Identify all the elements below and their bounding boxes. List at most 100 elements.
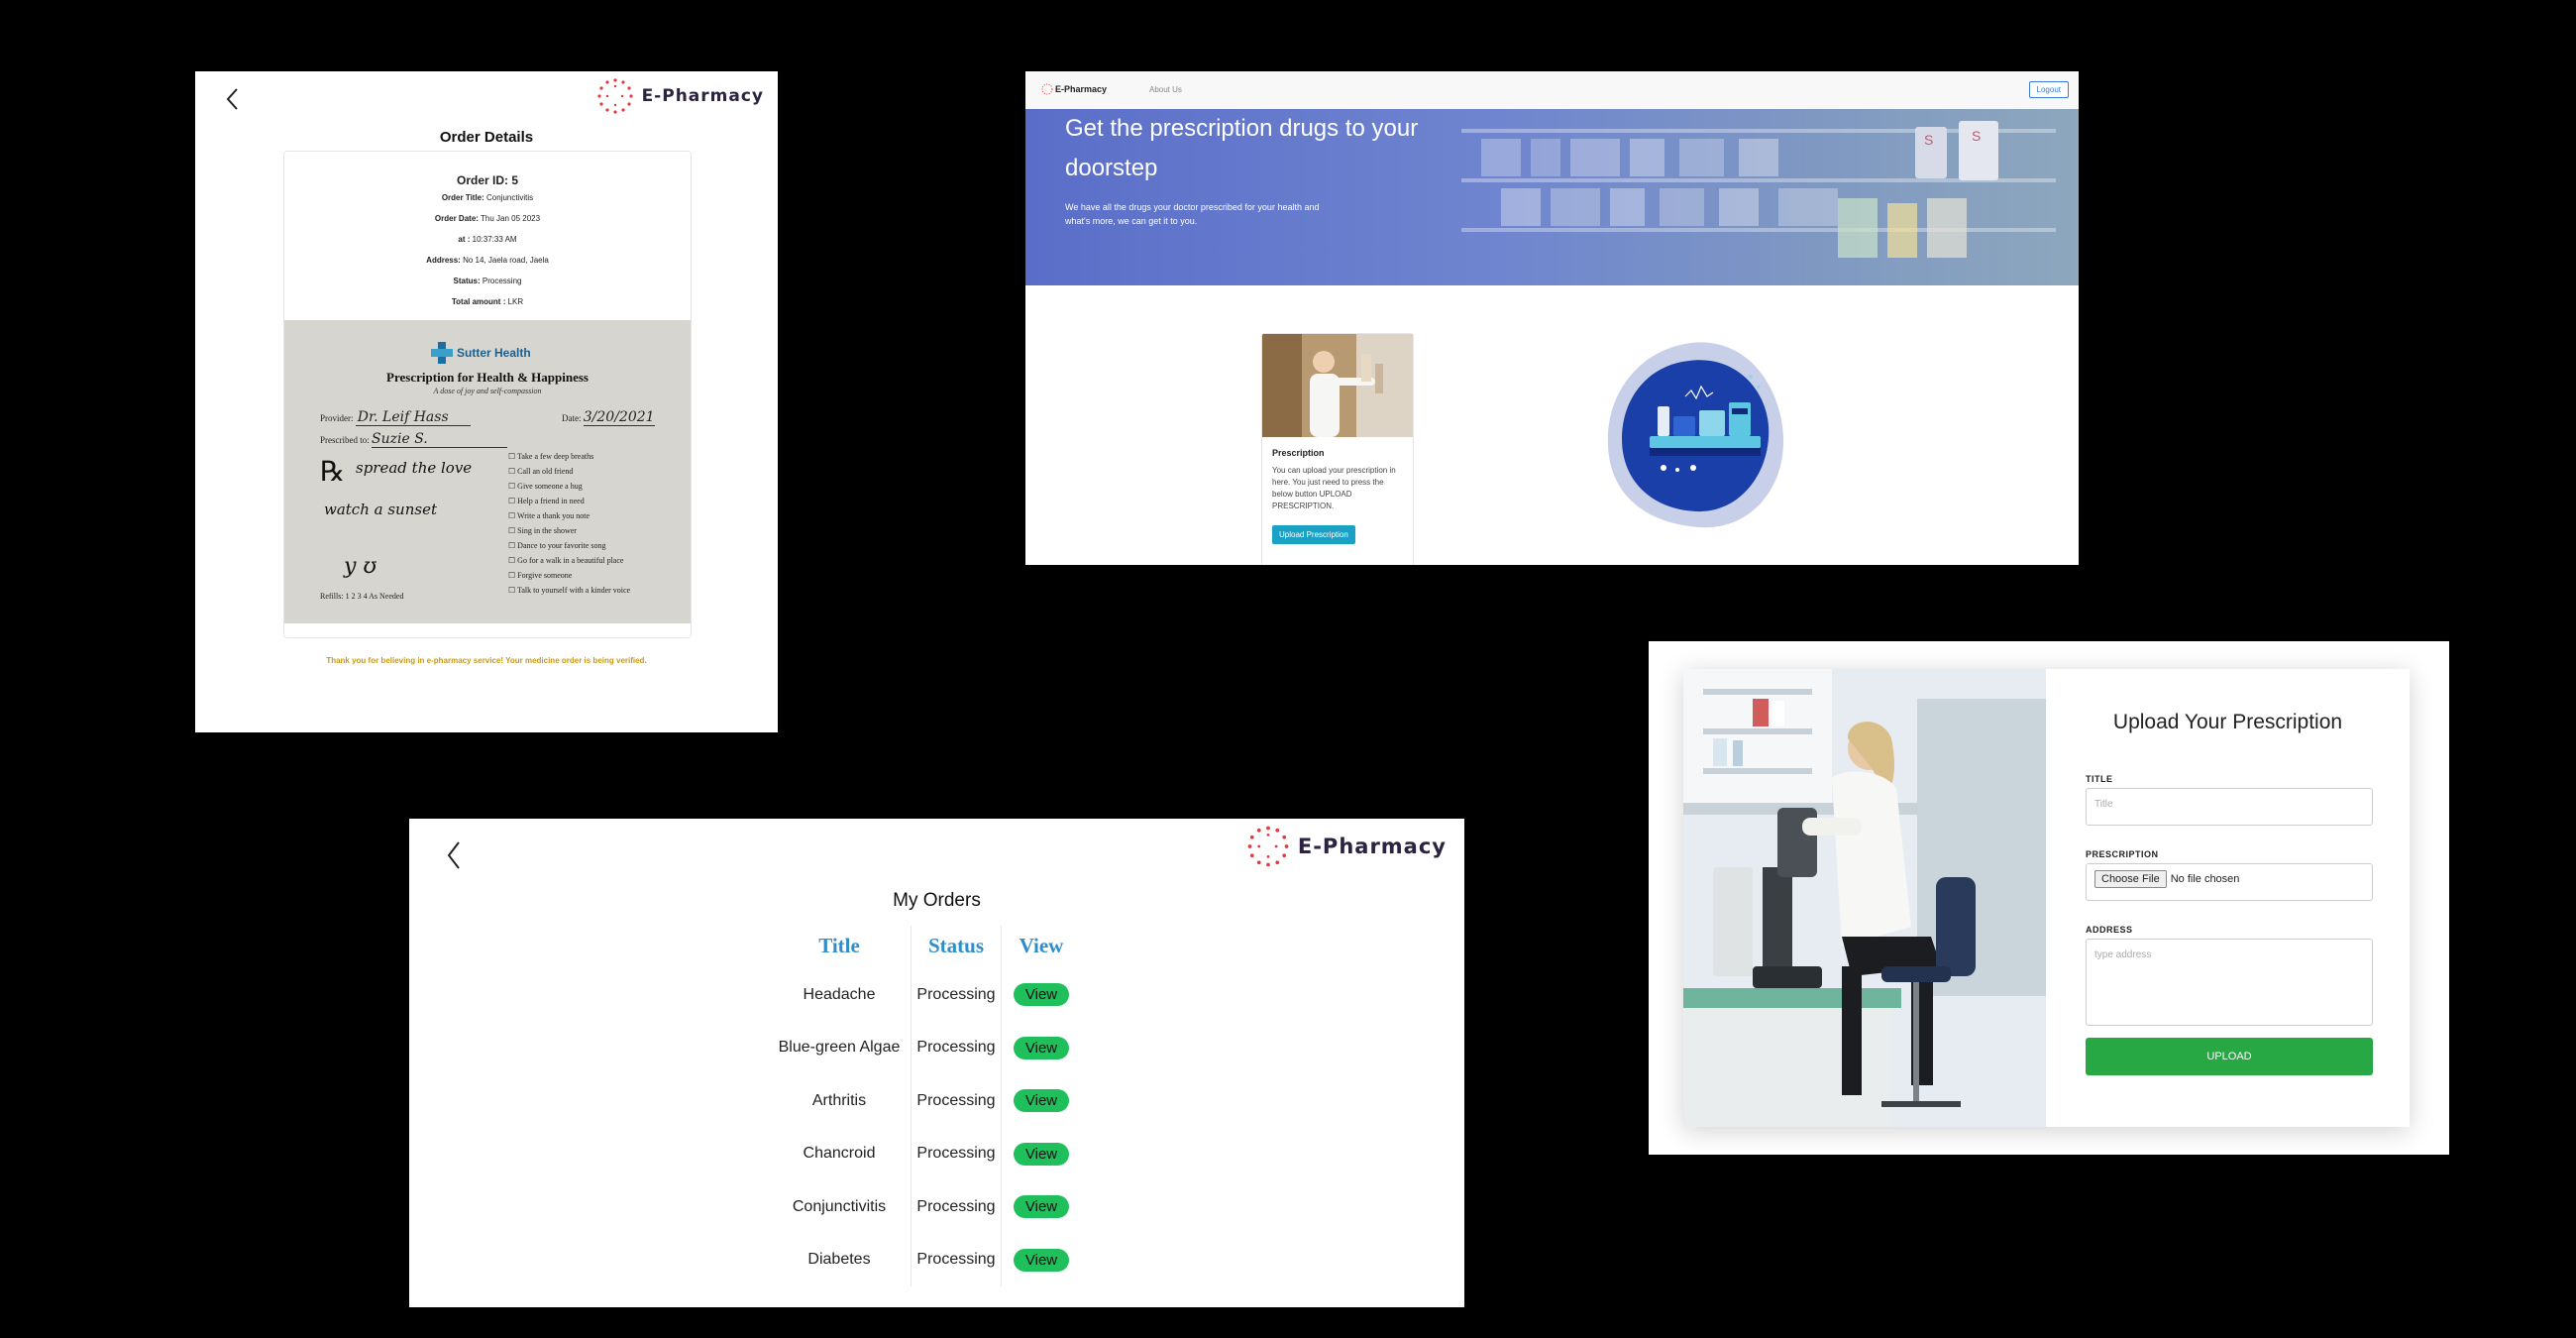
- order-status-row: Status: Processing: [284, 277, 691, 285]
- brand-logo: E-Pharmacy: [1246, 825, 1447, 868]
- order-status: Processing: [911, 1074, 1002, 1128]
- order-card: Order ID: 5 Order Title: Conjunctivitis …: [283, 151, 692, 638]
- checklist-item: ☐ Go for a walk in a beautiful place: [508, 553, 630, 568]
- checklist-item-label: Give someone a hug: [517, 482, 583, 491]
- order-title: Blue-green Algae: [778, 1039, 901, 1057]
- sutter-cross-icon: [431, 342, 453, 364]
- order-time-label: at :: [458, 235, 471, 244]
- brand-logo: E-Pharmacy: [596, 77, 764, 115]
- prescribed-value: Suzie S.: [372, 431, 507, 448]
- svg-text:S: S: [1972, 128, 1981, 144]
- order-time-row: at : 10:37:33 AM: [284, 235, 691, 244]
- provider-label: Provider:: [320, 413, 354, 423]
- logo-icon: [596, 78, 633, 114]
- view-button[interactable]: View: [1013, 1089, 1070, 1113]
- checklist-item: ☐ Call an old friend: [508, 464, 630, 479]
- prescription-card: Prescription You can upload your prescri…: [1261, 333, 1414, 565]
- checklist-item-label: Talk to yourself with a kinder voice: [517, 586, 631, 595]
- checkbox-icon: ☐: [508, 497, 518, 505]
- checklist-item-label: Call an old friend: [517, 467, 574, 476]
- checkbox-icon: ☐: [508, 571, 518, 580]
- checklist-item: ☐ Help a friend in need: [508, 494, 630, 508]
- view-button[interactable]: View: [1013, 1248, 1070, 1272]
- checklist-item-label: Dance to your favorite song: [517, 541, 606, 550]
- checklist-item-label: Sing in the shower: [517, 526, 577, 535]
- checkbox-icon: ☐: [508, 467, 518, 476]
- view-button[interactable]: View: [1013, 983, 1070, 1007]
- provider-row: Provider: Dr. Leif Hass: [320, 409, 471, 426]
- order-date-row: Order Date: Thu Jan 05 2023: [284, 214, 691, 223]
- my-orders-panel: E-Pharmacy My Orders Title Status View H…: [409, 819, 1464, 1307]
- prescribed-label: Prescribed to:: [320, 435, 370, 445]
- rx-date-label: Date:: [562, 413, 582, 423]
- prescription-org: Sutter Health: [457, 346, 531, 360]
- checklist-item: ☐ Write a thank you note: [508, 508, 630, 523]
- order-status: Processing: [911, 968, 1002, 1022]
- table-row: Headache Processing View: [768, 968, 1081, 1022]
- order-status: Processing: [911, 1127, 1002, 1180]
- table-row: Blue-green Algae Processing View: [768, 1021, 1081, 1074]
- order-title: Conjunctivitis: [792, 1197, 887, 1215]
- prescription-label: PRESCRIPTION: [2086, 849, 2159, 859]
- scientist-illustration: [1683, 669, 2046, 1127]
- file-input[interactable]: Choose File No file chosen: [2086, 863, 2373, 901]
- order-title: Chancroid: [803, 1145, 876, 1163]
- table-row: Diabetes Processing View: [768, 1233, 1081, 1286]
- back-arrow-icon[interactable]: [219, 85, 247, 113]
- logout-button[interactable]: Logout: [2028, 81, 2069, 98]
- landing-panel: E-Pharmacy About Us Logout S S Get the p…: [1025, 71, 2079, 565]
- order-status: Processing: [911, 1180, 1002, 1234]
- provider-value: Dr. Leif Hass: [355, 409, 471, 426]
- order-title-value: Conjunctivitis: [486, 193, 534, 202]
- table-header: Title Status View: [768, 926, 1081, 968]
- checkbox-icon: ☐: [508, 452, 518, 461]
- nav-logo-icon: [1041, 83, 1053, 95]
- sutter-logo: Sutter Health: [431, 342, 531, 364]
- brand-name: E-Pharmacy: [641, 86, 764, 106]
- order-address-label: Address:: [426, 256, 461, 265]
- checkbox-icon: ☐: [508, 511, 518, 520]
- view-button[interactable]: View: [1013, 1142, 1070, 1166]
- order-total-row: Total amount : LKR: [284, 297, 691, 306]
- hero-text: We have all the drugs your doctor prescr…: [1065, 202, 1320, 226]
- order-status-value: Processing: [482, 277, 522, 285]
- choose-file-button[interactable]: Choose File: [2094, 870, 2167, 888]
- view-button[interactable]: View: [1013, 1195, 1070, 1219]
- checkbox-icon: ☐: [508, 526, 518, 535]
- checklist-item: ☐ Dance to your favorite song: [508, 538, 630, 553]
- nav-about-link[interactable]: About Us: [1149, 85, 1182, 94]
- upload-button[interactable]: UPLOAD: [2086, 1038, 2373, 1075]
- checkbox-icon: ☐: [508, 586, 518, 595]
- orders-table: Title Status View Headache Processing Vi…: [768, 926, 1081, 1286]
- upload-prescription-button[interactable]: Upload Prescription: [1272, 525, 1355, 544]
- brand-name: E-Pharmacy: [1297, 835, 1447, 858]
- prescription-heading: Prescription for Health & Happiness: [386, 370, 589, 385]
- page-title: Order Details: [439, 129, 534, 146]
- navbar: E-Pharmacy About Us Logout: [1025, 71, 2079, 110]
- upload-title: Upload Your Prescription: [2112, 711, 2343, 733]
- rx-checklist: ☐ Take a few deep breaths ☐ Call an old f…: [508, 449, 630, 598]
- pharmacist-illustration: [1262, 334, 1413, 437]
- checkbox-icon: ☐: [508, 482, 518, 491]
- logo-icon: [1247, 826, 1289, 867]
- checklist-item: ☐ Sing in the shower: [508, 523, 630, 538]
- checklist-item-label: Help a friend in need: [517, 497, 585, 505]
- order-total-label: Total amount :: [451, 297, 506, 306]
- checklist-item-label: Go for a walk in a beautiful place: [517, 556, 624, 565]
- column-header-title: Title: [818, 934, 860, 957]
- nav-brand[interactable]: E-Pharmacy: [1055, 84, 1107, 94]
- back-arrow-icon[interactable]: [439, 838, 469, 872]
- refills-label: Refills:: [320, 592, 344, 601]
- address-textarea[interactable]: type address: [2086, 939, 2373, 1026]
- column-header-view: View: [1001, 926, 1081, 968]
- no-file-text: No file chosen: [2170, 873, 2240, 885]
- title-input[interactable]: Title: [2086, 788, 2373, 826]
- checkbox-icon: ☐: [508, 556, 518, 565]
- checklist-item-label: Take a few deep breaths: [517, 452, 594, 461]
- order-title-row: Order Title: Conjunctivitis: [284, 193, 691, 202]
- order-title-label: Order Title:: [441, 193, 484, 202]
- view-button[interactable]: View: [1013, 1036, 1070, 1059]
- card-title: Prescription: [1272, 448, 1325, 458]
- refills-values: 1 2 3 4 As Needed: [345, 592, 404, 601]
- rx-date-value: 3/20/2021: [583, 409, 655, 426]
